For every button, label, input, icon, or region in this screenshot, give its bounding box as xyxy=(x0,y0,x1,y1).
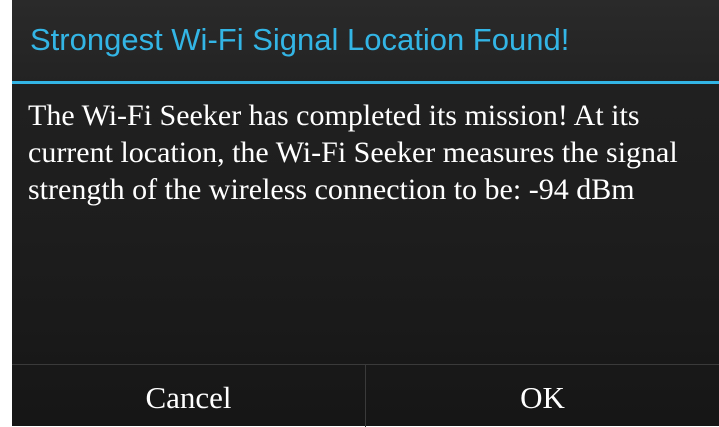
dialog-title-bar: Strongest Wi-Fi Signal Location Found! xyxy=(12,0,719,82)
dialog-title: Strongest Wi-Fi Signal Location Found! xyxy=(30,22,570,57)
ok-button[interactable]: OK xyxy=(366,365,719,426)
title-divider xyxy=(12,81,719,84)
dialog-message: The Wi-Fi Seeker has completed its missi… xyxy=(28,99,678,206)
wifi-result-dialog: Strongest Wi-Fi Signal Location Found! T… xyxy=(12,0,719,427)
dialog-button-bar: Cancel OK xyxy=(12,364,719,427)
cancel-button[interactable]: Cancel xyxy=(12,365,365,426)
